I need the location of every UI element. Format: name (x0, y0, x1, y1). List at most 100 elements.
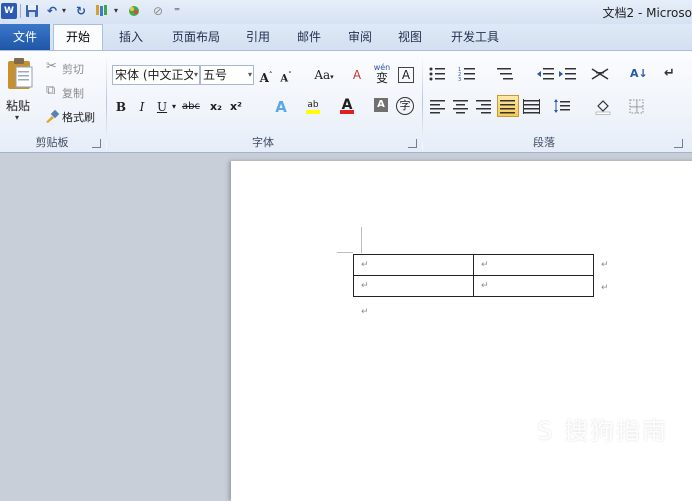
empty-set-icon[interactable]: ⊘ (150, 2, 166, 20)
chinese-layout-icon (590, 65, 612, 83)
character-border-label: A (402, 68, 410, 82)
table-cell[interactable]: ↵ (354, 255, 474, 276)
borders-button[interactable] (628, 97, 648, 117)
sort-button[interactable]: A↓ (628, 65, 648, 85)
tab-page-layout[interactable]: 页面布局 (163, 24, 229, 50)
shrink-font-button[interactable]: A˅ (278, 65, 294, 85)
cut-button[interactable]: ✂ 剪切 (44, 59, 94, 77)
undo-dropdown-icon[interactable]: ▾ (60, 2, 68, 20)
table-cell[interactable]: ↵ (474, 276, 594, 297)
tab-file[interactable]: 文件 (0, 24, 50, 50)
align-right-button[interactable] (474, 97, 494, 117)
align-center-icon (451, 97, 471, 115)
tab-insert[interactable]: 插入 (112, 24, 150, 50)
tab-home[interactable]: 开始 (53, 24, 103, 50)
qat-dropdown-icon[interactable]: ▾ (112, 2, 120, 20)
distributed-button[interactable] (522, 97, 542, 117)
document-table[interactable]: ↵ ↵ ↵ ↵ (353, 254, 594, 297)
paste-label: 粘贴 (6, 97, 30, 114)
format-painter-label: 格式刷 (62, 109, 95, 125)
phonetic-guide-button[interactable]: wén 变 (372, 63, 392, 83)
row-end-mark: ↵ (601, 283, 609, 293)
underline-dropdown-icon[interactable]: ▾ (170, 97, 178, 117)
font-size-combo[interactable]: 五号 ▾ (200, 65, 254, 85)
table-cell[interactable]: ↵ (354, 276, 474, 297)
table-row: ↵ ↵ (354, 276, 594, 297)
tab-mailings[interactable]: 邮件 (290, 24, 328, 50)
align-left-icon (428, 97, 448, 115)
tab-references[interactable]: 引用 (240, 24, 276, 50)
format-painter-qat-icon[interactable] (94, 2, 110, 20)
bullets-button[interactable] (428, 65, 448, 85)
copy-label: 复制 (62, 85, 84, 101)
row-end-mark: ↵ (601, 260, 609, 270)
justify-icon (498, 97, 518, 115)
redo-icon[interactable]: ↻ (74, 2, 88, 20)
watermark-title: S 搜狗指南 (537, 411, 668, 446)
paragraph-dialog-launcher[interactable] (674, 139, 683, 148)
numbering-icon: 123 (458, 65, 478, 83)
strikethrough-button[interactable]: abc (180, 97, 202, 117)
superscript-button[interactable]: x² (228, 97, 244, 117)
show-formatting-marks-button[interactable]: ↵ (660, 65, 680, 85)
title-bar: W ↶ ▾ ↻ ▾ ⊘ ⁼ 文档2 - Microso (0, 0, 692, 24)
borders-icon (628, 97, 648, 115)
underline-button[interactable]: U (155, 97, 169, 117)
chevron-down-icon[interactable]: ▾ (193, 66, 198, 84)
table-cell[interactable]: ↵ (474, 255, 594, 276)
align-left-button[interactable] (428, 97, 448, 117)
paste-icon (6, 57, 34, 91)
clipboard-dialog-launcher[interactable] (92, 139, 101, 148)
character-border-button[interactable]: A (398, 67, 414, 83)
clear-formatting-icon: A (353, 68, 361, 82)
cut-label: 剪切 (62, 61, 84, 77)
shading-button[interactable] (594, 97, 614, 117)
change-case-button[interactable]: Aa▾ (312, 65, 336, 85)
color-circle-icon[interactable] (126, 2, 142, 20)
clear-formatting-button[interactable]: A (348, 65, 366, 85)
increase-indent-button[interactable] (558, 65, 578, 85)
font-color-button[interactable]: A (338, 95, 356, 115)
tab-review[interactable]: 审阅 (342, 24, 378, 50)
font-name-value: 宋体 (中文正文 (115, 68, 196, 82)
justify-button[interactable] (497, 95, 519, 117)
line-spacing-button[interactable] (553, 97, 573, 117)
undo-icon[interactable]: ↶ (44, 2, 60, 20)
subscript-button[interactable]: x₂ (208, 97, 224, 117)
paste-dropdown-icon[interactable]: ▾ (15, 113, 19, 122)
font-color-swatch (340, 110, 354, 114)
increase-indent-icon (558, 65, 578, 83)
font-group-label: 字体 (108, 135, 418, 151)
chevron-down-icon[interactable]: ▾ (248, 66, 252, 84)
align-center-button[interactable] (451, 97, 471, 117)
paste-button[interactable]: 粘贴 ▾ (2, 55, 38, 129)
ribbon-tab-bar: 文件 开始 插入 页面布局 引用 邮件 审阅 视图 开发工具 (0, 24, 692, 50)
tab-view[interactable]: 视图 (392, 24, 428, 50)
word-app-icon[interactable]: W (1, 3, 17, 19)
decrease-indent-button[interactable] (536, 65, 556, 85)
save-icon[interactable] (24, 2, 40, 20)
grow-font-button[interactable]: A˄ (257, 65, 275, 85)
clipboard-group-label: 剪贴板 (0, 135, 104, 151)
format-painter-button[interactable]: 格式刷 (44, 107, 100, 125)
group-separator (422, 55, 423, 149)
font-dialog-launcher[interactable] (408, 139, 417, 148)
change-case-label: Aa (314, 68, 330, 82)
font-name-combo[interactable]: 宋体 (中文正文 ▾ (112, 65, 200, 85)
character-shading-button[interactable]: A (374, 98, 388, 112)
tab-developer[interactable]: 开发工具 (442, 24, 508, 50)
chinese-layout-button[interactable] (590, 65, 610, 85)
enclose-characters-button[interactable]: 字 (396, 97, 414, 115)
copy-button[interactable]: ⧉ 复制 (44, 83, 94, 101)
customize-qat-icon[interactable]: ⁼ (172, 2, 182, 20)
numbering-button[interactable]: 123 (458, 65, 478, 85)
text-effect-button[interactable]: A (272, 97, 290, 117)
group-separator (106, 55, 107, 149)
brush-icon (44, 108, 60, 124)
highlight-button[interactable]: ab (304, 95, 322, 115)
paragraph-mark: ↵ (361, 307, 369, 317)
italic-button[interactable]: I (135, 97, 149, 117)
bold-button[interactable]: B (114, 97, 128, 117)
multilevel-list-button[interactable] (496, 65, 516, 85)
bullets-icon (428, 65, 448, 83)
